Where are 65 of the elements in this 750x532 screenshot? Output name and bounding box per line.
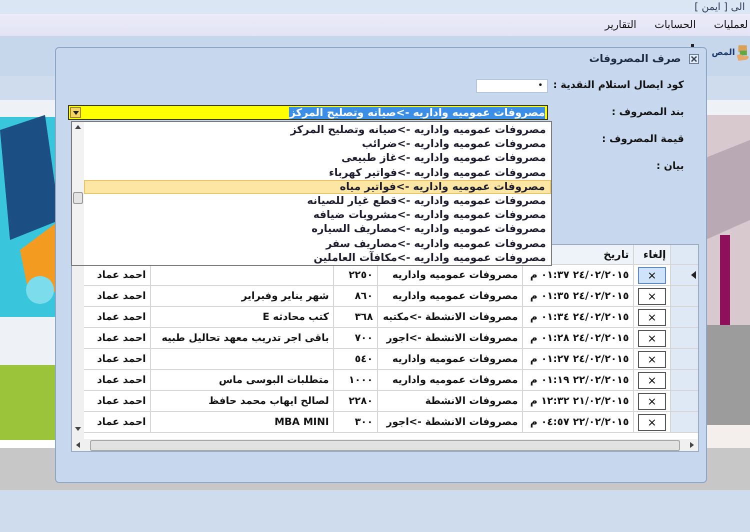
table-cell: شهر يناير وفبراير [150,286,333,307]
dropdown-item[interactable]: مصروفات عموميه واداريه ->مشروبات ضيافه [84,208,551,222]
table-cell: ٢٤/٠٢/٢٠١٥ ٠١:٣٥ م [522,286,633,307]
table-cell: ٢٢/٠٢/٢٠١٥ ٠١:١٩ م [522,370,633,391]
table-cell: مصروفات الانشطة ->مكتبه [377,307,522,328]
table-cell: مصروفات عموميه واداريه [377,286,522,307]
input-field[interactable]: • [476,78,548,92]
cancel-button[interactable]: × [638,350,666,368]
list-scrollbar[interactable] [72,122,84,265]
cancel-button[interactable]: × [638,414,666,430]
field-label: قيمة المصروف : [600,134,684,145]
dropdown-item[interactable]: مصروفات عموميه واداريه ->فواتير مياه [84,180,551,194]
table-cell: ٣٠٠ [333,412,377,433]
table-cell: ٢٤/٠٢/٢٠١٥ ٠١:٣٤ م [522,307,633,328]
table-cell: ٧٠٠ [333,328,377,349]
scroll-up-icon[interactable] [75,125,81,129]
table-cell: ٣٦٨ [333,307,377,328]
cancel-button[interactable]: × [638,392,666,410]
window-title: الى [ ايمن ] [694,2,745,12]
cancel-button[interactable]: × [638,308,666,326]
cancel-button[interactable]: × [638,330,666,346]
table-cell: ٢٢٨٠ [333,391,377,412]
row-header[interactable] [670,265,698,286]
table-cell: ٢١/٠٢/٢٠١٥ ١٢:٣٢ م [522,391,633,412]
table-cell: ٨٦٠ [333,286,377,307]
table-cell: مصروفات الانشطة ->اجور [377,412,522,433]
table-cell: لصالح ايهاب محمد حافظ [150,391,333,412]
table-cell: MBA MINI [150,412,333,433]
field-label: بيان : [655,161,684,172]
dropdown-item[interactable]: مصروفات عموميه واداريه ->قطع غيار للصيانه [84,194,551,208]
dropdown-item[interactable]: مصروفات عموميه واداريه ->فواتير كهرباء [84,166,551,180]
cancel-button[interactable]: × [638,372,666,388]
dropdown-item[interactable]: مصروفات عموميه واداريه ->غاز طبيعى [84,151,551,166]
toolbar-button[interactable]: المص [712,42,750,64]
cancel-button[interactable]: × [638,288,666,304]
row-header [670,245,698,265]
close-icon[interactable] [689,54,699,64]
dropdown-item[interactable]: مصروفات عموميه واداريه ->مصاريف السياره [84,222,551,236]
current-row-icon [691,271,696,279]
scroll-right-icon[interactable] [690,442,694,448]
table-cell: كتب محادثه E [150,307,333,328]
dialog-title: صرف المصروفات [589,53,681,65]
table-cell: مصروفات عموميه واداريه [377,349,522,370]
table-cell: ٥٤٠ [333,349,377,370]
dropdown-item[interactable]: مصروفات عموميه واداريه ->صيانه وتصليح المركز [84,123,551,138]
menu-item[interactable]: لعمليات [714,17,748,33]
table-cell: ٢٤/٠٢/٢٠١٥ ٠١:٢٨ م [522,328,633,349]
table-cell: ١٠٠٠ [333,370,377,391]
field-label: بند المصروف : [610,107,684,118]
table-cell: مصروفات الانشطة [377,391,522,412]
menu-item[interactable]: الحسابات [654,17,696,33]
table-cell: ٢٢/٠٢/٢٠١٥ ٠٤:٥٧ م [522,412,633,433]
column-header[interactable]: إلغاء [633,245,670,265]
table-cell: باقى اجر تدريب معهد تحاليل طبيه [150,328,333,349]
menu-item[interactable]: التقارير [604,17,636,33]
scroll-down-icon[interactable] [75,427,81,431]
scrollbar-thumb[interactable] [73,192,83,204]
table-cell: مصروفات عموميه واداريه [377,370,522,391]
scroll-left-icon[interactable] [76,442,80,448]
dropdown-item[interactable]: مصروفات عموميه واداريه ->ضرائب [84,137,551,152]
cancel-button[interactable]: × [638,266,666,284]
table-cell: ٢٤/٠٢/٢٠١٥ ٠١:٢٧ م [522,349,633,370]
table-cell: مصروفات الانشطة ->اجور [377,328,522,349]
field-label: كود ايصال استلام النقدية : [552,80,684,91]
table-cell: متطلبات البوسى ماس [150,370,333,391]
